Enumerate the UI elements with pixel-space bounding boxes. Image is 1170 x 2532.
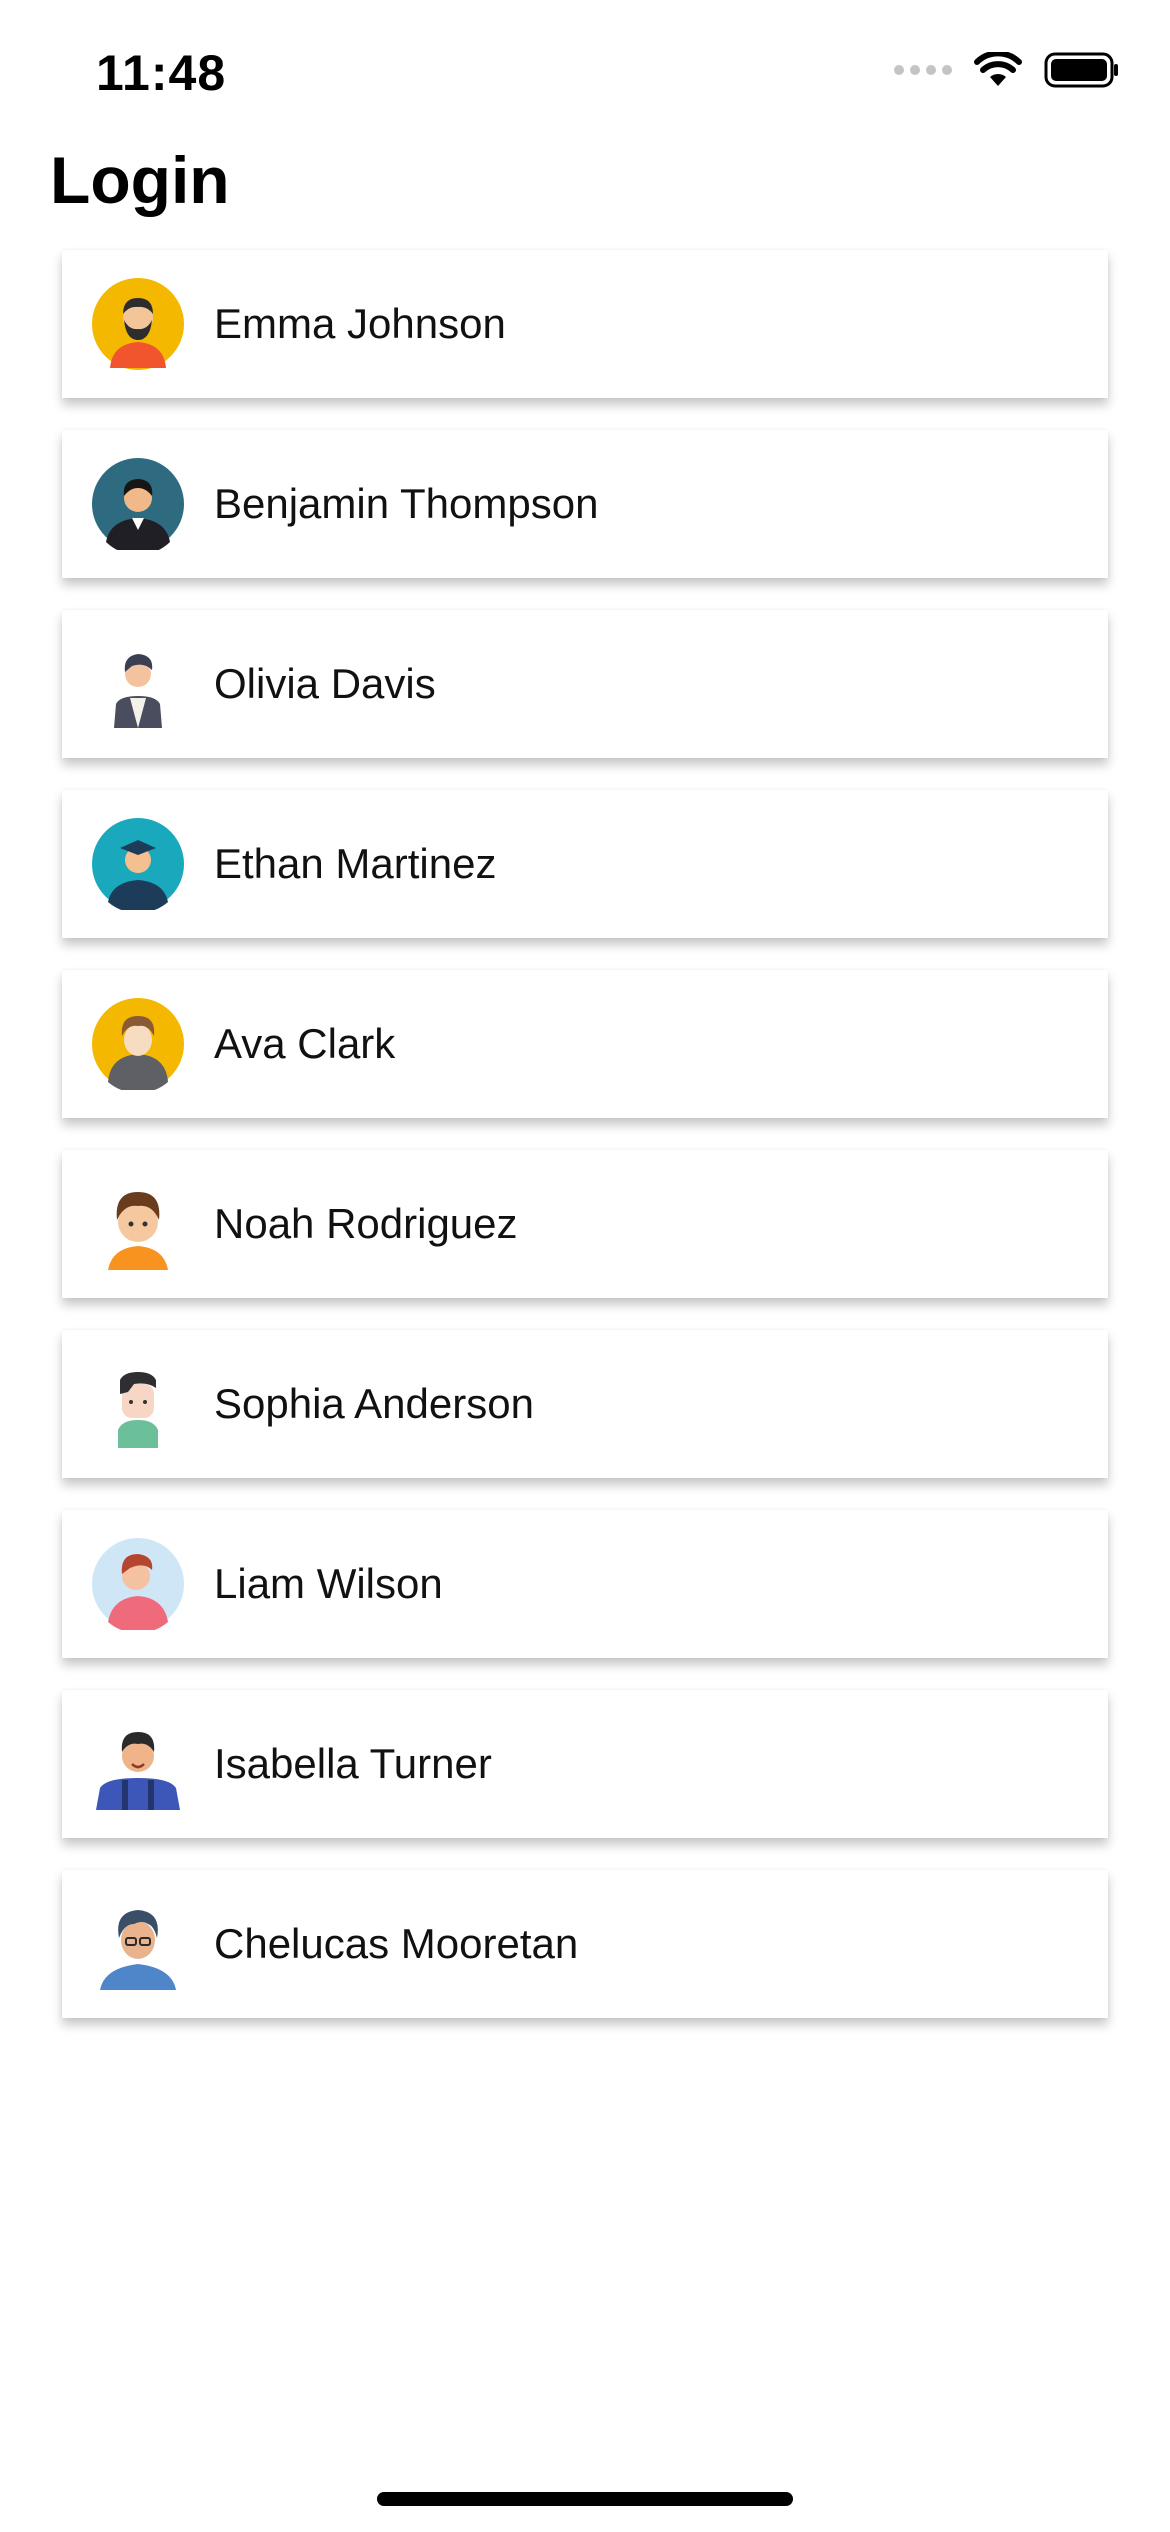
user-name: Liam Wilson (214, 1560, 443, 1607)
man-suspenders-avatar-icon (96, 1732, 180, 1810)
man-green-shirt-avatar-icon (118, 1372, 158, 1448)
user-card-sophia-anderson[interactable]: Sophia Anderson (62, 1330, 1108, 1478)
user-card-olivia-davis[interactable]: Olivia Davis (62, 610, 1108, 758)
status-icons (894, 52, 1120, 88)
user-name: Olivia Davis (214, 660, 436, 707)
user-name: Emma Johnson (214, 300, 506, 347)
battery-icon (1044, 52, 1118, 88)
hoodie-man-yellow-avatar-icon (92, 998, 184, 1090)
user-name: Sophia Anderson (214, 1380, 534, 1427)
home-indicator[interactable] (377, 2492, 793, 2506)
graduate-cyan-avatar-icon (92, 818, 184, 910)
user-name: Benjamin Thompson (214, 480, 599, 527)
user-card-chelucas-mooretan[interactable]: Chelucas Mooretan (62, 1870, 1108, 2018)
user-card-benjamin-thompson[interactable]: Benjamin Thompson (62, 430, 1108, 578)
status-time: 11:48 (96, 45, 227, 101)
cellular-signal-icon (894, 65, 952, 75)
user-card-ava-clark[interactable]: Ava Clark (62, 970, 1108, 1118)
user-name: Chelucas Mooretan (214, 1920, 579, 1967)
user-card-isabella-turner[interactable]: Isabella Turner (62, 1690, 1108, 1838)
wifi-icon (974, 52, 1022, 86)
woman-pink-shirt-avatar-icon (92, 1538, 184, 1630)
user-card-ethan-martinez[interactable]: Ethan Martinez (62, 790, 1108, 938)
user-name: Isabella Turner (214, 1740, 492, 1787)
user-card-noah-rodriguez[interactable]: Noah Rodriguez (62, 1150, 1108, 1298)
user-card-liam-wilson[interactable]: Liam Wilson (62, 1510, 1108, 1658)
user-name: Ava Clark (214, 1020, 396, 1067)
user-card-emma-johnson[interactable]: Emma Johnson (62, 250, 1108, 398)
page-title: Login (50, 143, 230, 217)
businessman-teal-avatar-icon (92, 458, 184, 550)
boy-orange-shirt-avatar-icon (108, 1192, 168, 1270)
user-name: Noah Rodriguez (214, 1200, 518, 1247)
status-bar: 11:48 (0, 0, 1170, 140)
user-name: Ethan Martinez (214, 840, 497, 887)
bearded-man-yellow-avatar-icon (92, 278, 184, 370)
curly-hair-man-avatar-icon (100, 1910, 176, 1990)
man-gray-suit-avatar-icon (114, 654, 162, 728)
user-list: Emma Johnson Benjamin Thompson Olivia Da… (62, 250, 1108, 2050)
